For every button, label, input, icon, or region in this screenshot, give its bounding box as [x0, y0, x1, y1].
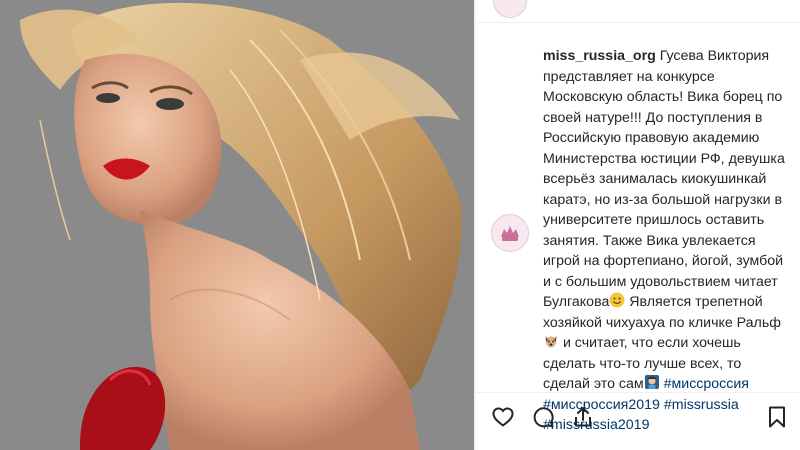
- miss-russia-logo-icon: [501, 226, 519, 241]
- like-heart-icon[interactable]: [491, 405, 515, 429]
- share-icon[interactable]: [571, 405, 595, 429]
- post-sidebar: miss_russia_org Гусева Виктория представ…: [474, 0, 800, 450]
- caption-avatar[interactable]: [491, 214, 529, 252]
- woman-raising-hand-icon: [644, 375, 659, 389]
- dog-face-icon: [545, 336, 557, 348]
- caption-username[interactable]: miss_russia_org: [543, 48, 656, 64]
- save-bookmark-icon[interactable]: [765, 405, 789, 429]
- action-bar: [475, 392, 800, 441]
- caption-text-part1: Гусева Виктория представляет на конкурсе…: [543, 48, 785, 310]
- portrait-image: [0, 0, 474, 450]
- smiling-face-icon: [609, 292, 625, 308]
- comment-icon[interactable]: [531, 405, 555, 429]
- header-avatar[interactable]: [493, 0, 527, 18]
- post-caption: miss_russia_org Гусева Виктория представ…: [543, 46, 791, 436]
- post-header: [475, 0, 800, 23]
- post-photo[interactable]: [0, 0, 474, 450]
- hashtag-link[interactable]: #миссроссия: [664, 376, 749, 392]
